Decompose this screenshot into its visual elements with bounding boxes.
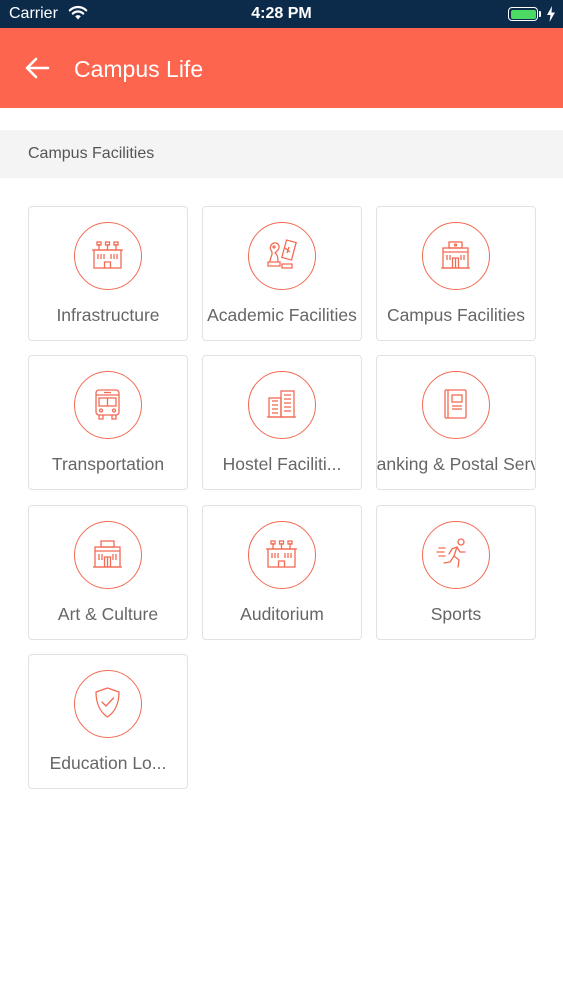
tile-label: Campus Facilities (386, 305, 526, 325)
tile-label: Transportation (51, 454, 165, 474)
section-title: Campus Facilities (28, 145, 155, 162)
tile-transportation[interactable]: Transportation (28, 355, 188, 490)
battery-icon (508, 7, 538, 21)
runner-icon (422, 521, 490, 589)
tile-label: Sports (430, 604, 482, 624)
tile-label: Banking & Postal Services (376, 454, 536, 474)
charging-bolt-icon (547, 6, 555, 22)
section-header: Campus Facilities (0, 130, 563, 178)
tile-auditorium[interactable]: Auditorium (202, 505, 362, 640)
tile-art-culture[interactable]: Art & Culture (28, 505, 188, 640)
museum-icon (74, 521, 142, 589)
tile-label: Hostel Faciliti... (222, 454, 342, 474)
tile-label: Academic Facilities (207, 305, 357, 325)
tile-label: Art & Culture (57, 604, 159, 624)
auditorium-icon (248, 521, 316, 589)
tile-infrastructure[interactable]: Infrastructure (28, 206, 188, 341)
shield-check-icon (74, 670, 142, 738)
tile-sports[interactable]: Sports (376, 505, 536, 640)
status-bar: Carrier 4:28 PM (0, 0, 563, 28)
tile-banking-postal-services[interactable]: Banking & Postal Services (376, 355, 536, 490)
clock: 4:28 PM (251, 5, 312, 22)
campus-building-icon (422, 222, 490, 290)
building-icon (74, 222, 142, 290)
tile-hostel-facilities[interactable]: Hostel Faciliti... (202, 355, 362, 490)
hostel-icon (248, 371, 316, 439)
bus-icon (74, 371, 142, 439)
tile-label: Infrastructure (56, 305, 160, 325)
tile-label: Education Lo... (49, 753, 167, 773)
back-arrow-icon[interactable] (24, 56, 50, 80)
tile-academic-facilities[interactable]: Academic Facilities (202, 206, 362, 341)
app-bar: Campus Life (0, 28, 563, 108)
tile-education-loan[interactable]: Education Lo... (28, 654, 188, 789)
page-title: Campus Life (74, 56, 204, 82)
notebook-icon (422, 371, 490, 439)
battery-tip (539, 11, 541, 17)
tile-campus-facilities[interactable]: Campus Facilities (376, 206, 536, 341)
tile-label: Auditorium (240, 604, 324, 624)
chess-icon (248, 222, 316, 290)
